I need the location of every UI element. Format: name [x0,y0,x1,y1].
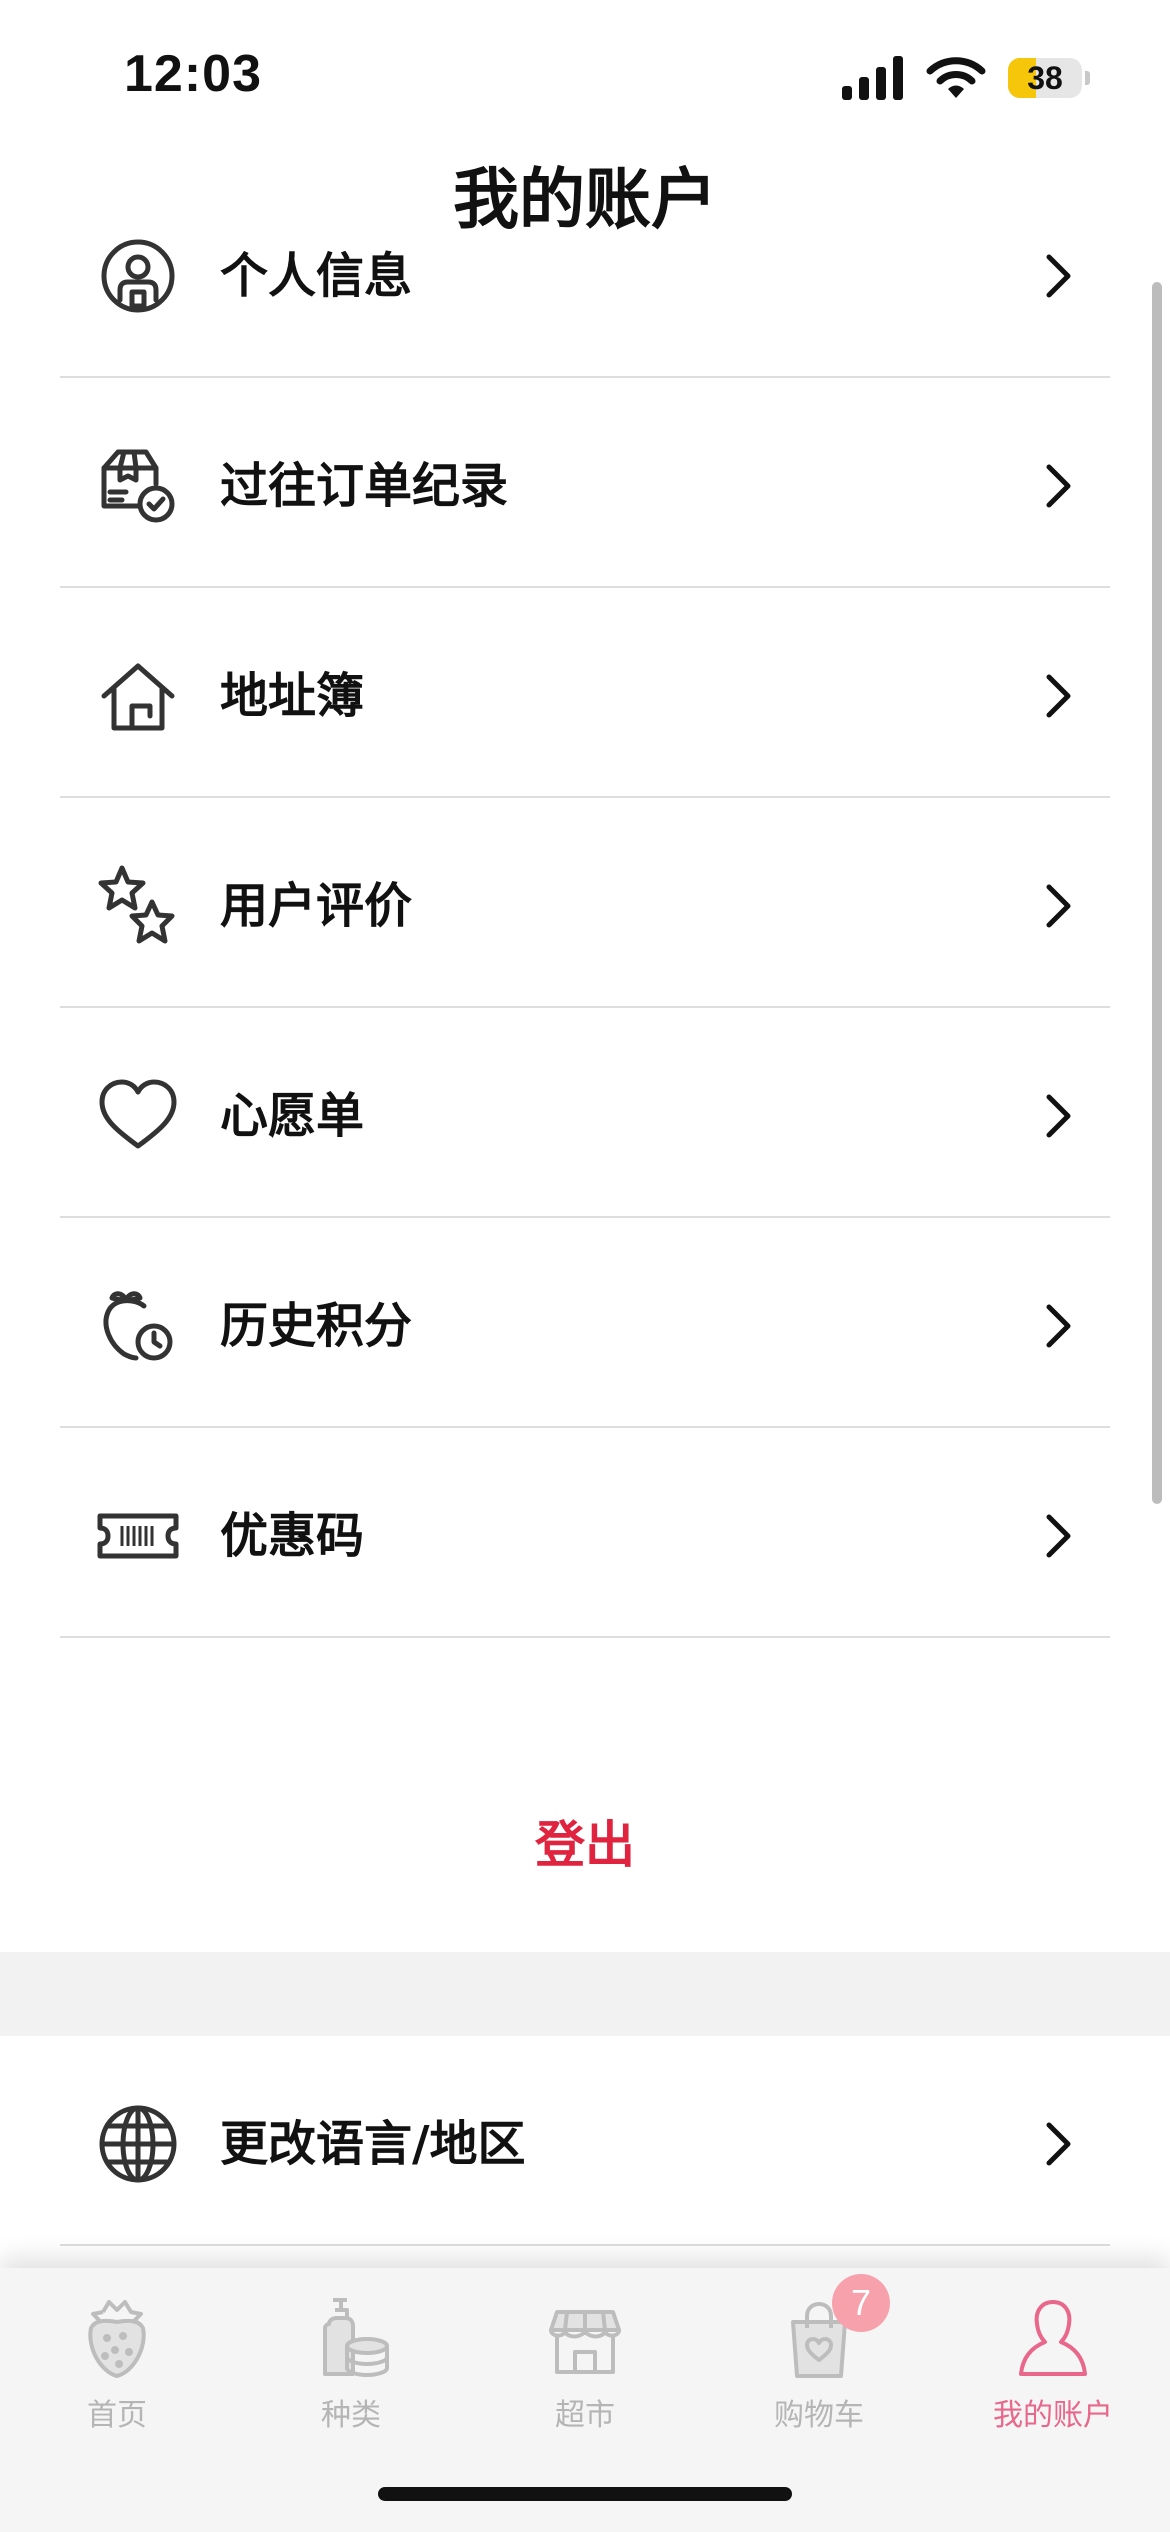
menu-item-reviews[interactable]: 用户评价 [0,798,1170,1008]
account-screen: 12:03 38 我的账户 个人信息 过往订单纪录 地址簿 用户评价 心愿单 历… [0,0,1170,2532]
tab-cart[interactable]: 7 购物车 [702,2274,936,2454]
battery-percentage: 38 [1027,59,1063,96]
menu-item-order-history[interactable]: 过往订单纪录 [0,378,1170,588]
heart-icon [96,1074,180,1158]
battery-cap [1085,71,1090,85]
order-history-icon [96,444,180,528]
scrollbar[interactable] [1152,282,1162,1504]
account-icon [1013,2294,1093,2384]
store-icon [545,2294,625,2384]
tab-label: 我的账户 [993,2398,1113,2433]
status-icons: 38 [842,50,1090,106]
globe-icon [96,2102,180,2186]
battery-indicator: 38 [1008,56,1090,100]
tab-label: 超市 [555,2398,615,2433]
tab-label: 购物车 [774,2398,864,2433]
menu-item-label: 过往订单纪录 [220,458,509,514]
menu-item-coupon-code[interactable]: 优惠码 [0,1428,1170,1638]
chevron-right-icon [1044,672,1074,720]
tab-label: 种类 [321,2398,381,2433]
stars-icon [96,864,180,948]
menu-item-label: 更改语言/地区 [220,2116,526,2172]
chevron-right-icon [1044,2120,1074,2168]
status-bar: 12:03 38 [0,0,1170,150]
chevron-right-icon [1044,882,1074,930]
user-circle-icon [96,234,180,318]
menu-item-wishlist[interactable]: 心愿单 [0,1008,1170,1218]
cart-count-badge: 7 [832,2274,890,2332]
section-divider [0,1952,1170,2036]
tab-label: 首页 [87,2398,147,2433]
home-indicator[interactable] [378,2487,792,2501]
chevron-right-icon [1044,1512,1074,1560]
account-menu: 个人信息 过往订单纪录 地址簿 用户评价 心愿单 历史积分 优惠码 [0,168,1170,1638]
chevron-right-icon [1044,462,1074,510]
menu-item-change-language[interactable]: 更改语言/地区 [0,2036,1170,2246]
cellular-signal-icon [842,56,903,100]
menu-item-points-history[interactable]: 历史积分 [0,1218,1170,1428]
chevron-right-icon [1044,1092,1074,1140]
house-icon [96,654,180,738]
points-history-icon [96,1284,180,1368]
menu-item-label: 个人信息 [220,248,413,304]
coupon-ticket-icon [96,1494,180,1578]
tab-my-account[interactable]: 我的账户 [936,2294,1170,2454]
menu-item-address-book[interactable]: 地址簿 [0,588,1170,798]
tab-supermarket[interactable]: 超市 [468,2294,702,2454]
menu-item-label: 地址簿 [220,668,365,724]
categories-icon [311,2294,391,2384]
menu-item-label: 优惠码 [220,1508,365,1564]
chevron-right-icon [1044,1302,1074,1350]
menu-item-label: 历史积分 [220,1298,413,1354]
battery-body: 38 [1008,58,1082,98]
menu-item-personal-info[interactable]: 个人信息 [0,168,1170,378]
menu-item-label: 用户评价 [220,878,413,934]
wifi-icon [926,57,986,98]
status-time: 12:03 [124,45,262,103]
logout-button[interactable]: 登出 [0,1800,1170,1890]
tab-home[interactable]: 首页 [0,2294,234,2454]
chevron-right-icon [1044,252,1074,300]
menu-item-label: 心愿单 [220,1088,365,1144]
strawberry-icon [77,2294,157,2384]
tab-categories[interactable]: 种类 [234,2294,468,2454]
